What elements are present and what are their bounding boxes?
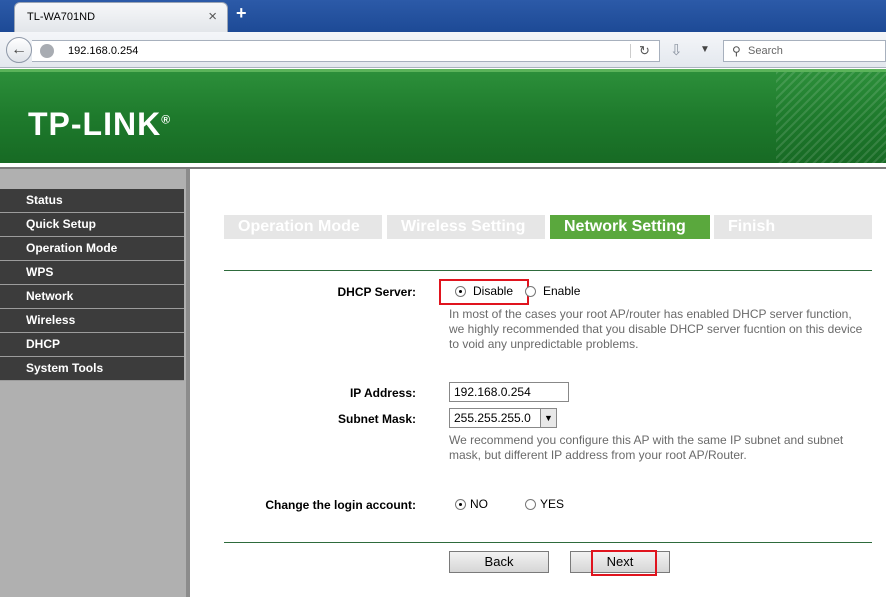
tab-title: TL-WA701ND (27, 11, 96, 23)
browser-tab-bar: TL-WA701ND × + (0, 0, 886, 32)
sidebar-item-status[interactable]: Status (0, 189, 184, 213)
browser-tab[interactable]: TL-WA701ND × (14, 2, 228, 32)
sidebar-item-operation-mode[interactable]: Operation Mode (0, 237, 184, 261)
sidebar-item-wps[interactable]: WPS (0, 261, 184, 285)
search-icon: ⚲ (732, 44, 741, 58)
close-tab-icon[interactable]: × (208, 8, 217, 25)
subnet-mask-select[interactable]: 255.255.255.0 ▼ (449, 408, 557, 428)
search-placeholder: Search (748, 45, 783, 57)
dhcp-enable-label: Enable (543, 284, 581, 298)
sidebar-item-system-tools[interactable]: System Tools (0, 357, 184, 381)
tp-link-logo: TP-LINK® (28, 106, 172, 142)
dhcp-note: In most of the cases your root AP/router… (449, 307, 863, 351)
main-content: Operation Mode Wireless Setting Network … (194, 169, 886, 597)
sidebar-item-network[interactable]: Network (0, 285, 184, 309)
reload-icon[interactable]: ↻ (630, 44, 650, 58)
header-banner: TP-LINK® (0, 69, 886, 166)
login-account-label: Change the login account: (265, 498, 416, 512)
chevron-down-icon: ▼ (540, 409, 556, 427)
step-finish: Finish (714, 215, 872, 239)
subnet-note: We recommend you configure this AP with … (449, 433, 844, 462)
sidebar-item-wireless[interactable]: Wireless (0, 309, 184, 333)
dhcp-disable-label: Disable (473, 284, 514, 298)
download-icon[interactable]: ⇩ (670, 41, 683, 59)
section-divider-top (224, 270, 872, 271)
dhcp-disable-radio[interactable] (455, 286, 466, 297)
step-operation-mode: Operation Mode (224, 215, 382, 239)
subnet-mask-value: 255.255.255.0 (454, 411, 531, 425)
dhcp-enable-radio[interactable] (525, 286, 536, 297)
new-tab-icon[interactable]: + (236, 3, 247, 24)
url-text: 192.168.0.254 (68, 45, 139, 57)
login-no-label: NO (470, 497, 488, 511)
login-no-radio[interactable] (455, 499, 466, 510)
search-input[interactable]: ⚲ Search (723, 40, 886, 62)
sidebar-item-quick-setup[interactable]: Quick Setup (0, 213, 184, 237)
login-yes-radio[interactable] (525, 499, 536, 510)
step-network-setting: Network Setting (550, 215, 710, 239)
ip-address-field[interactable]: 192.168.0.254 (449, 382, 569, 402)
subnet-mask-label: Subnet Mask: (337, 412, 416, 426)
ip-address-label: IP Address: (349, 386, 416, 400)
globe-icon (40, 44, 54, 58)
sidebar-menu: Status Quick Setup Operation Mode WPS Ne… (0, 189, 184, 381)
sidebar-item-dhcp[interactable]: DHCP (0, 333, 184, 357)
next-highlight (591, 550, 657, 576)
login-yes-label: YES (540, 497, 565, 511)
back-arrow-icon[interactable]: ← (6, 37, 32, 63)
address-bar[interactable]: 192.168.0.254 ↻ (32, 40, 660, 62)
back-button[interactable]: Back (449, 551, 549, 573)
dhcp-server-label: DHCP Server: (337, 285, 416, 299)
sidebar: Status Quick Setup Operation Mode WPS Ne… (0, 169, 190, 597)
section-divider-bottom (224, 542, 872, 543)
step-wireless-setting: Wireless Setting (387, 215, 545, 239)
chevron-down-icon[interactable]: ▼ (700, 44, 710, 55)
